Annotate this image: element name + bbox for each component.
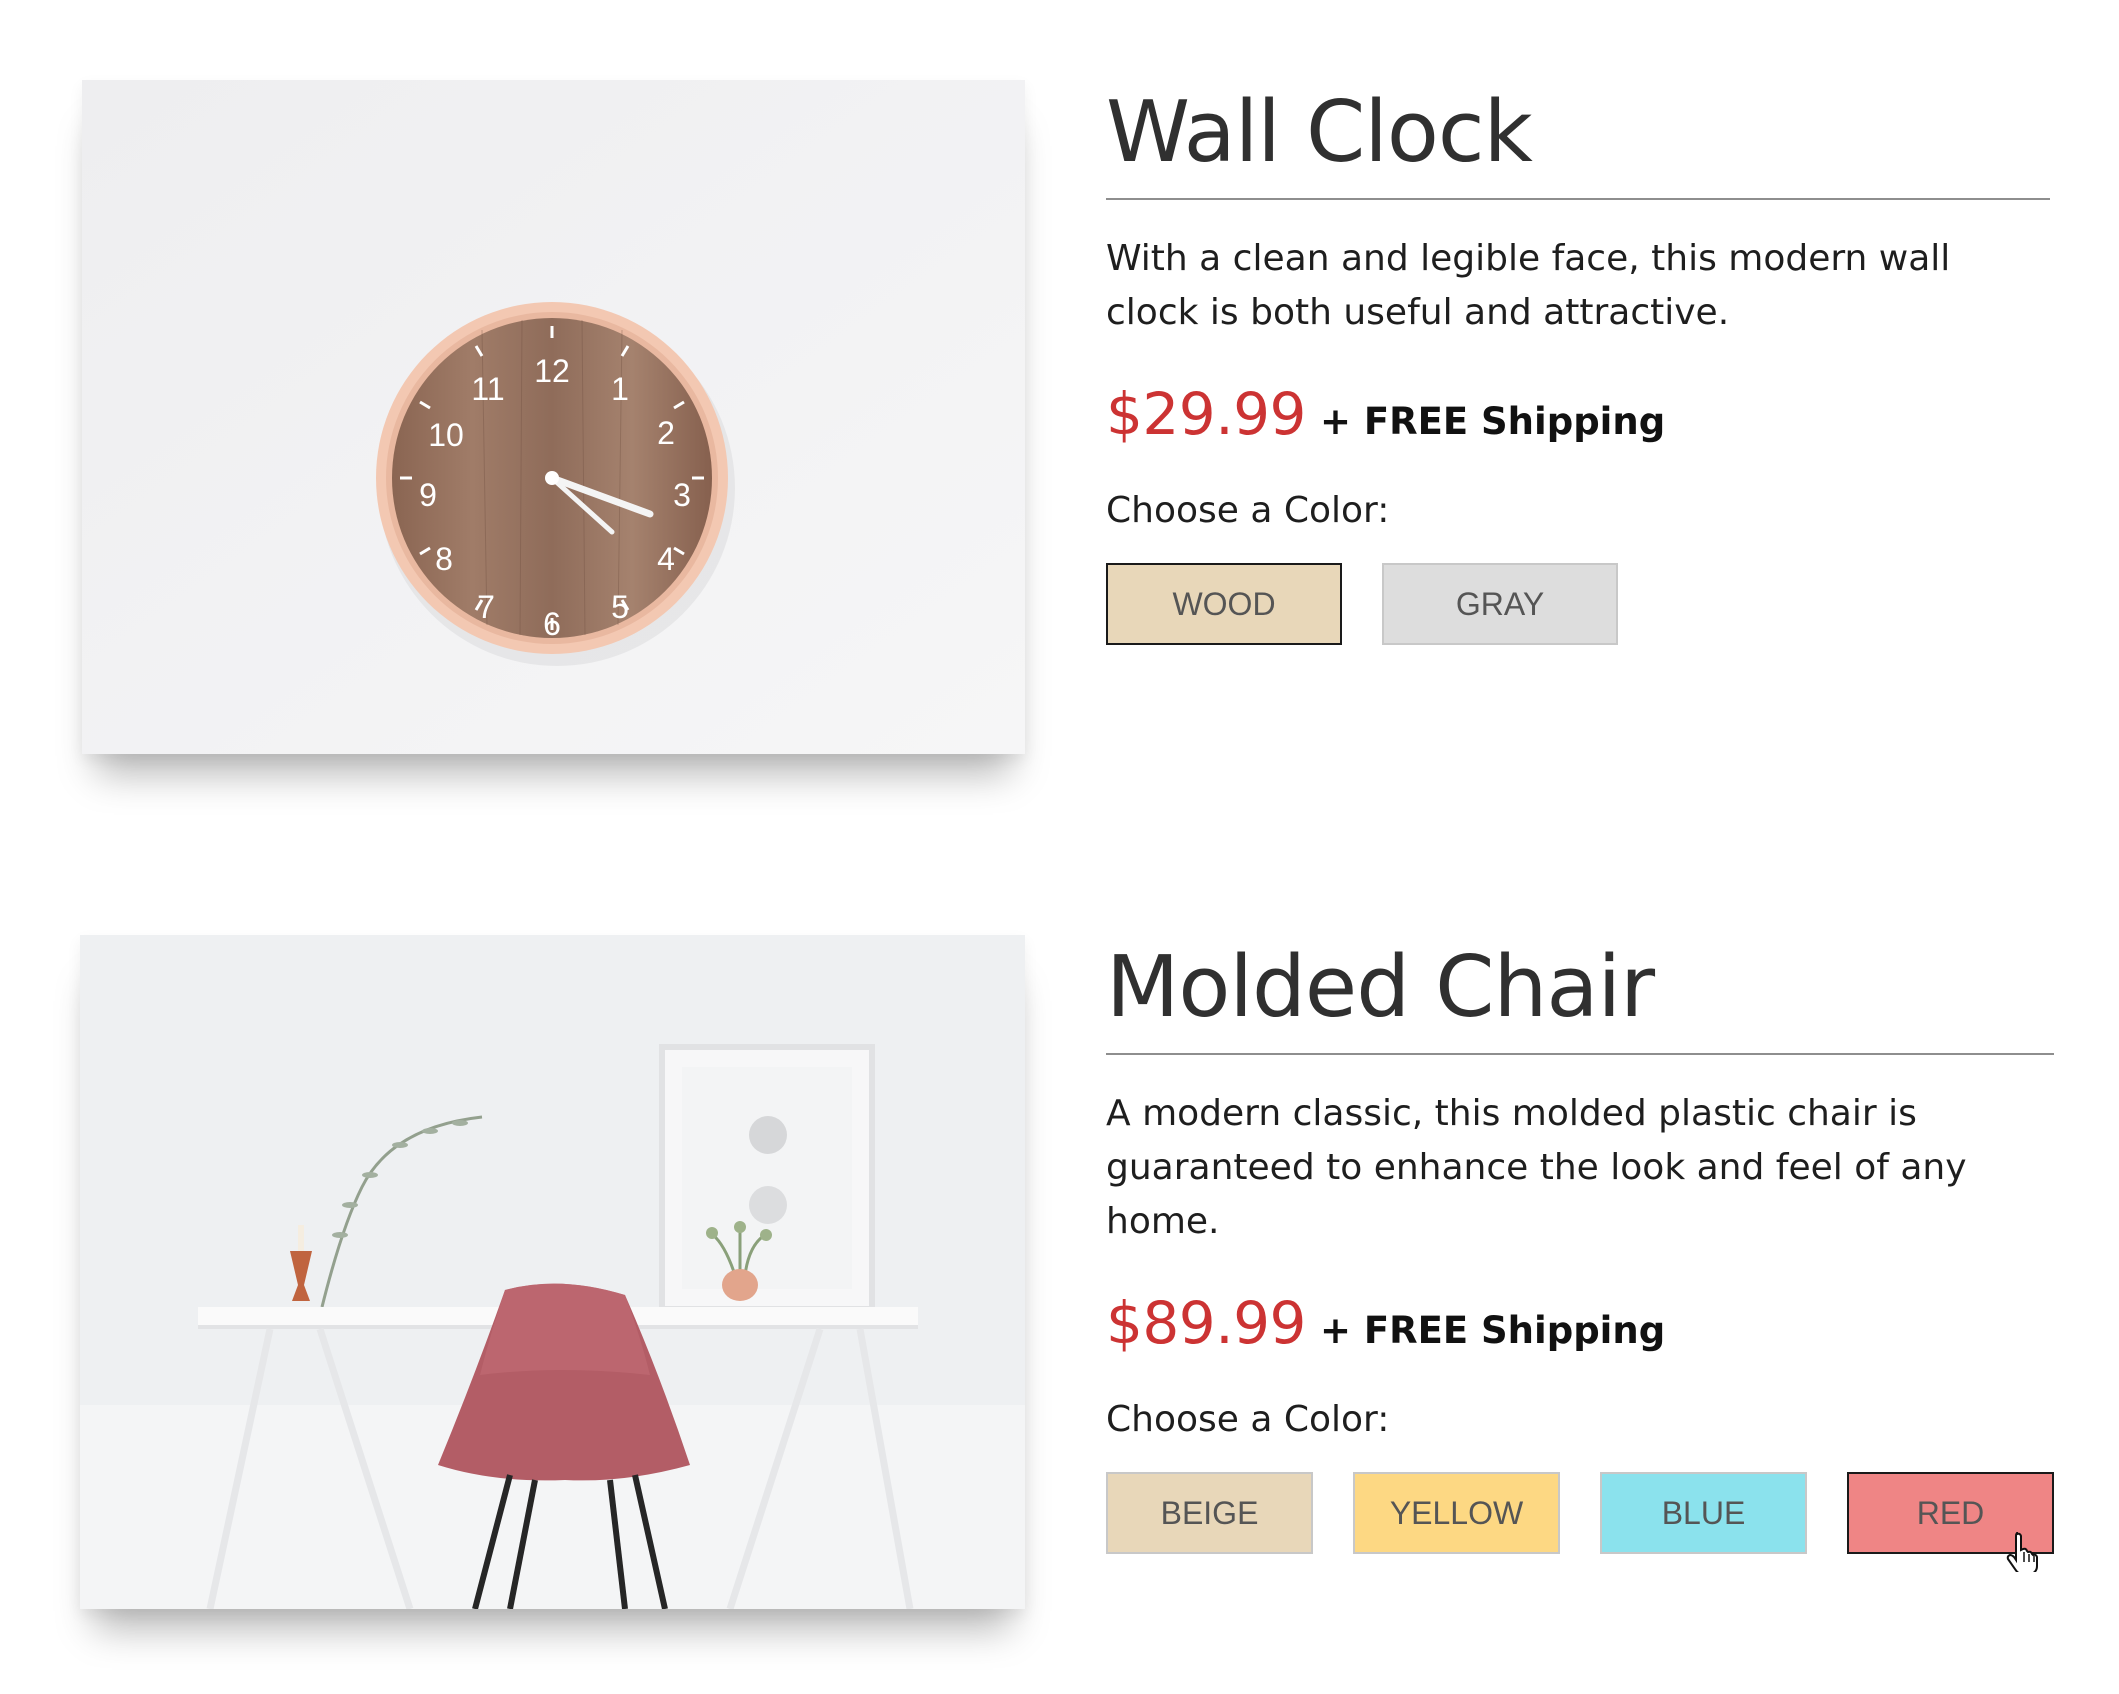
product-title: Wall Clock <box>1106 83 1533 182</box>
product-title: Molded Chair <box>1106 938 1655 1037</box>
product-page: 12 1 2 3 4 5 6 7 8 9 10 11 Wall Clock Wi… <box>0 0 2119 1694</box>
color-option-beige[interactable]: BEIGE <box>1106 1472 1313 1554</box>
title-divider <box>1106 198 2050 200</box>
title-divider <box>1106 1053 2054 1055</box>
color-option-label: BLUE <box>1661 1494 1746 1531</box>
price-row: $89.99 + FREE Shipping <box>1106 1289 2054 1357</box>
svg-text:2: 2 <box>657 415 675 451</box>
svg-text:11: 11 <box>471 371 504 407</box>
hand-cursor-icon <box>2006 1532 2038 1572</box>
svg-text:10: 10 <box>428 417 464 453</box>
color-option-label: RED <box>1916 1494 1985 1531</box>
color-options: WOOD GRAY <box>1106 563 2050 645</box>
color-option-label: GRAY <box>1455 585 1545 622</box>
svg-text:7: 7 <box>477 589 495 625</box>
color-option-label: BEIGE <box>1160 1494 1259 1531</box>
color-option-blue[interactable]: BLUE <box>1600 1472 1807 1554</box>
color-option-label: WOOD <box>1172 585 1276 622</box>
color-option-yellow[interactable]: YELLOW <box>1353 1472 1560 1554</box>
product-description: A modern classic, this molded plastic ch… <box>1106 1093 1967 1242</box>
svg-text:12: 12 <box>534 353 570 389</box>
product-wall-clock: 12 1 2 3 4 5 6 7 8 9 10 11 Wall Clock Wi… <box>0 0 2119 760</box>
molded-chair-photo <box>80 935 1025 1609</box>
color-option-wood[interactable]: WOOD <box>1106 563 1342 645</box>
svg-text:5: 5 <box>611 589 629 625</box>
product-price: $29.99 <box>1106 380 1306 448</box>
color-options: BEIGE YELLOW BLUE RED <box>1106 1472 2054 1572</box>
price-row: $29.99 + FREE Shipping <box>1106 380 2050 448</box>
svg-text:4: 4 <box>657 541 675 577</box>
choose-color-label: Choose a Color: <box>1106 1399 1390 1440</box>
svg-text:6: 6 <box>543 606 561 642</box>
svg-text:1: 1 <box>611 371 629 407</box>
color-option-gray[interactable]: GRAY <box>1382 563 1618 645</box>
svg-text:9: 9 <box>419 477 437 513</box>
product-description: With a clean and legible face, this mode… <box>1106 238 1951 333</box>
wall-clock-photo: 12 1 2 3 4 5 6 7 8 9 10 11 <box>82 80 1025 754</box>
color-option-red[interactable]: RED <box>1847 1472 2054 1572</box>
product-info: Molded Chair A modern classic, this mold… <box>1106 935 2054 1572</box>
product-price: $89.99 <box>1106 1289 1306 1357</box>
svg-text:3: 3 <box>673 477 691 513</box>
color-option-label: YELLOW <box>1389 1494 1524 1531</box>
shipping-note: + FREE Shipping <box>1319 400 1666 443</box>
svg-text:8: 8 <box>435 541 453 577</box>
choose-color-label: Choose a Color: <box>1106 490 1390 531</box>
shipping-note: + FREE Shipping <box>1319 1309 1666 1352</box>
product-info: Wall Clock With a clean and legible face… <box>1106 80 2050 645</box>
product-molded-chair: Molded Chair A modern classic, this mold… <box>0 855 2119 1615</box>
